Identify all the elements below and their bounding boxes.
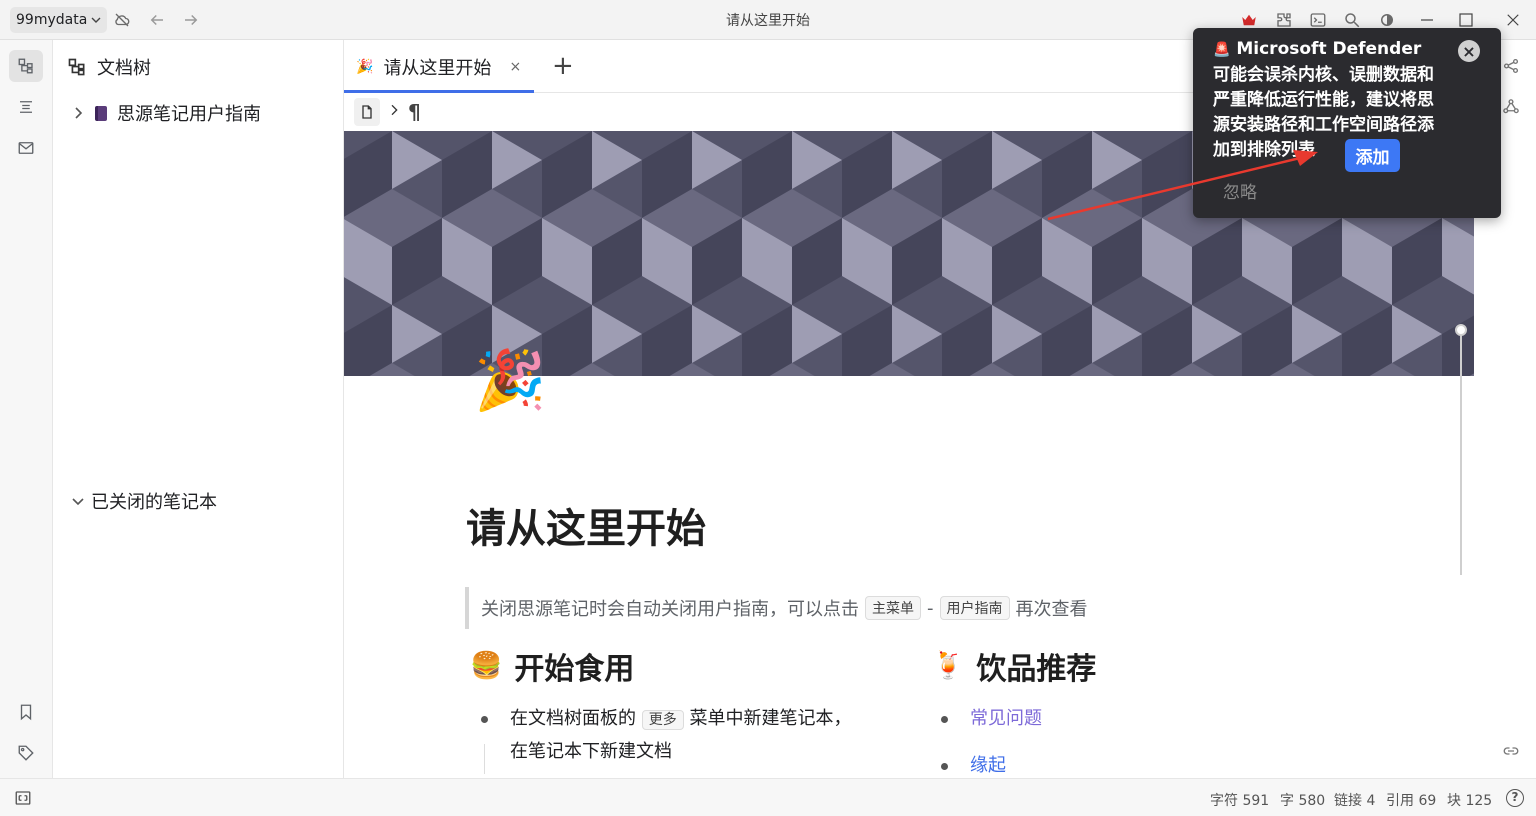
- list-item-text: 在笔记本下新建文档: [510, 741, 672, 762]
- heading-start-text: 开始食用: [514, 652, 635, 687]
- link-count: 链接 4: [1334, 793, 1376, 809]
- block-count: 块 125: [1447, 793, 1493, 809]
- heading-drinks-text: 饮品推荐: [976, 652, 1097, 687]
- list-item-text: 在文档树面板的: [510, 708, 636, 729]
- quote-separator: -: [927, 597, 934, 619]
- closed-notebooks-label: 已关闭的笔记本: [91, 492, 217, 513]
- bullet-icon: [941, 716, 948, 723]
- list-guide-line: [484, 744, 485, 774]
- hamburger-emoji-icon: 🍔: [470, 651, 503, 681]
- cloud-off-icon[interactable]: [111, 9, 133, 31]
- tag-dock-button[interactable]: [9, 737, 43, 769]
- new-tab-button[interactable]: +: [552, 53, 574, 79]
- outline-dock-button[interactable]: [9, 91, 43, 123]
- notification-message: 🚨 Microsoft Defender 可能会误杀内核、误删数据和严重降低运行…: [1213, 37, 1439, 163]
- notification-close-icon[interactable]: ×: [1458, 40, 1480, 62]
- notebook-item[interactable]: 思源笔记用户指南: [71, 100, 261, 126]
- tag-icon: [18, 745, 34, 761]
- breadcrumb-doc-button[interactable]: [354, 98, 380, 126]
- blockquote[interactable]: 关闭思源笔记时会自动关闭用户指南，可以点击 主菜单 - 用户指南 再次查看: [465, 587, 1088, 629]
- heading-drinks[interactable]: 🍹 饮品推荐: [932, 644, 1096, 688]
- list-item[interactable]: 在文档树面板的 更多 菜单中新建笔记本， 在笔记本下新建文档: [510, 703, 851, 768]
- main-menu-kbd: 主菜单: [865, 596, 921, 620]
- outline-icon: [20, 101, 32, 113]
- bullet-icon: [481, 716, 488, 723]
- tab-label: 请从这里开始: [383, 57, 492, 79]
- graph-icon[interactable]: [1500, 55, 1522, 77]
- add-exclusion-button[interactable]: 添加: [1345, 139, 1400, 172]
- bookmark-dock-button[interactable]: [9, 696, 43, 728]
- file-tree-icon: [18, 58, 33, 74]
- closed-notebooks-section[interactable]: 已关闭的笔记本: [71, 488, 217, 514]
- forward-icon[interactable]: [180, 9, 202, 31]
- ref-count: 引用 69: [1386, 793, 1437, 809]
- backlink-icon[interactable]: [1500, 740, 1522, 762]
- notebook-icon: [95, 105, 107, 121]
- status-bar: 字符 591 字 580 链接 4 引用 69 块 125 ?: [0, 778, 1536, 816]
- workspace-name: 99mydata: [16, 12, 88, 28]
- file-tree-icon: [68, 58, 85, 76]
- tab-close-icon[interactable]: ×: [509, 59, 521, 75]
- char-count: 字符 591: [1210, 793, 1270, 809]
- document-emoji-icon[interactable]: 🎉: [474, 344, 546, 416]
- chevron-right-icon[interactable]: [71, 106, 85, 120]
- help-icon[interactable]: ?: [1506, 789, 1524, 807]
- workspace-select[interactable]: 99mydata: [10, 7, 108, 33]
- chevron-down-icon: [91, 17, 101, 23]
- more-kbd: 更多: [641, 710, 684, 730]
- bookmark-icon: [20, 704, 32, 721]
- file-tree-panel: 文档树 思源笔记用户指南 已关闭的笔记本: [53, 40, 344, 778]
- tab-icon: 🎉: [356, 58, 374, 75]
- breadcrumb-paragraph[interactable]: ¶: [408, 100, 421, 124]
- scrollbar-track[interactable]: [1460, 330, 1462, 575]
- chevron-down-icon[interactable]: [71, 494, 85, 508]
- scrollbar-handle[interactable]: [1455, 324, 1467, 336]
- back-icon[interactable]: [146, 9, 168, 31]
- defender-notification: 🚨 Microsoft Defender 可能会误杀内核、误删数据和严重降低运行…: [1193, 28, 1501, 218]
- file-tree-dock-button[interactable]: [9, 50, 43, 82]
- document-title[interactable]: 请从这里开始: [466, 496, 706, 554]
- global-graph-icon[interactable]: [1500, 96, 1522, 118]
- ignore-button[interactable]: 忽略: [1223, 178, 1257, 203]
- document-icon: [362, 105, 372, 119]
- notification-text: Microsoft Defender 可能会误杀内核、误删数据和严重降低运行性能…: [1213, 39, 1434, 160]
- tab-start-here[interactable]: 🎉 请从这里开始 ×: [344, 40, 534, 93]
- user-guide-kbd: 用户指南: [939, 596, 1010, 620]
- link-faq[interactable]: 常见问题: [970, 703, 1042, 735]
- left-dock: [0, 40, 53, 778]
- window-title: 请从这里开始: [726, 13, 810, 29]
- list-item-text: 菜单中新建笔记本，: [689, 708, 852, 729]
- heading-start[interactable]: 🍔 开始食用: [470, 644, 634, 688]
- quote-text: 关闭思源笔记时会自动关闭用户指南，可以点击: [481, 599, 859, 620]
- inbox-dock-button[interactable]: [9, 132, 43, 164]
- quote-text-end: 再次查看: [1015, 599, 1088, 620]
- bullet-icon: [941, 763, 948, 770]
- file-tree-header: 文档树: [67, 54, 151, 80]
- alarm-icon: 🚨: [1213, 42, 1231, 58]
- close-window-icon[interactable]: [1502, 9, 1524, 31]
- layout-icon[interactable]: [14, 789, 34, 807]
- word-count: 字 580: [1280, 793, 1326, 809]
- chevron-right-icon: [386, 102, 402, 122]
- mail-icon: [18, 142, 34, 154]
- cocktail-emoji-icon: 🍹: [932, 651, 965, 681]
- file-tree-title: 文档树: [97, 58, 151, 79]
- notebook-label: 思源笔记用户指南: [117, 104, 261, 125]
